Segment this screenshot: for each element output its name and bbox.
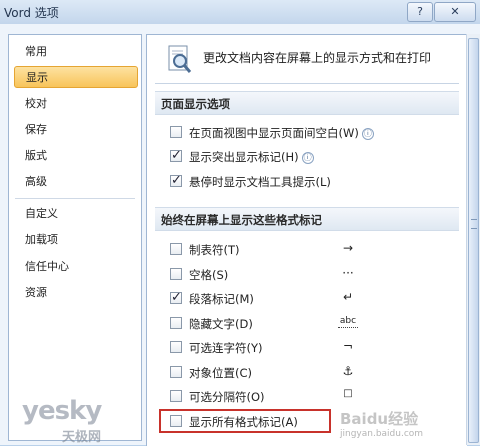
option-label: 可选分隔符(O) (189, 390, 265, 404)
check-icon: ✓ (171, 173, 182, 188)
magnifier-document-icon (168, 45, 192, 73)
header-divider (155, 83, 459, 84)
display-description: 更改文档内容在屏幕上的显示方式和在打印 (203, 51, 432, 65)
baidu-watermark: Baidu经验 (340, 410, 419, 428)
option-spaces[interactable]: 空格(S) ··· (170, 266, 456, 284)
checkbox-checked[interactable]: ✓ (170, 173, 182, 188)
option-tab-characters[interactable]: 制表符(T) → (170, 241, 456, 259)
close-button[interactable]: ✕ (434, 2, 476, 22)
check-icon: ✓ (171, 290, 182, 305)
section-formatting-marks: 始终在屏幕上显示这些格式标记 (155, 207, 459, 231)
hyphen-mark-icon: ¬ (342, 339, 354, 353)
sidebar-item-common[interactable]: 常用 (10, 41, 140, 63)
option-label: 悬停时显示文档工具提示(L) (189, 175, 331, 189)
checkbox-checked[interactable]: ✓ (170, 148, 182, 163)
title-bar: Vord 选项 ? ✕ (0, 0, 480, 25)
help-button[interactable]: ? (407, 2, 433, 22)
option-label: 隐藏文字(D) (189, 317, 253, 331)
option-label: 可选连字符(Y) (189, 341, 263, 355)
info-icon[interactable]: ⓘ (361, 128, 374, 140)
checkbox[interactable] (170, 366, 182, 378)
sidebar-item-resources[interactable]: 资源 (10, 282, 140, 304)
main-panel: 更改文档内容在屏幕上的显示方式和在打印 页面显示选项 在页面视图中显示页面间空白… (146, 34, 467, 446)
highlight-annotation-box (159, 409, 331, 433)
optional-break-icon: □ (343, 388, 353, 399)
checkbox[interactable] (170, 341, 182, 353)
option-label: 在页面视图中显示页面间空白(W) (189, 126, 359, 140)
option-object-anchors[interactable]: 对象位置(C) ⚓ (170, 364, 456, 382)
section-page-display: 页面显示选项 (155, 91, 459, 115)
option-optional-breaks[interactable]: 可选分隔符(O) □ (170, 388, 456, 406)
sidebar-item-customize[interactable]: 自定义 (10, 203, 140, 225)
option-paragraph-marks[interactable]: ✓ 段落标记(M) ↵ (170, 290, 456, 308)
option-label: 对象位置(C) (189, 366, 253, 380)
option-document-tooltips[interactable]: ✓ 悬停时显示文档工具提示(L) (170, 173, 456, 191)
scroll-grip-icon (471, 219, 477, 229)
option-hidden-text[interactable]: 隐藏文字(D) abc (170, 315, 456, 333)
space-mark-icon: ··· (342, 266, 354, 280)
baidu-watermark-url: jingyan.baidu.com (340, 429, 424, 439)
checkbox[interactable] (170, 126, 182, 138)
paragraph-mark-icon: ↵ (342, 290, 354, 304)
check-icon: ✓ (171, 148, 182, 163)
vertical-scrollbar[interactable] (466, 34, 480, 445)
info-icon[interactable]: ⓘ (301, 152, 314, 164)
yesky-watermark-subtitle: 天极网 (62, 430, 102, 445)
option-label: 段落标记(M) (189, 292, 254, 306)
option-label: 空格(S) (189, 268, 229, 282)
checkbox[interactable] (170, 268, 182, 280)
options-dialog: 常用 显示 校对 保存 版式 高级 自定义 加载项 信任中心 资源 更改文档内容… (0, 24, 480, 446)
sidebar-item-advanced[interactable]: 高级 (10, 171, 140, 193)
sidebar-divider (15, 198, 135, 199)
sidebar: 常用 显示 校对 保存 版式 高级 自定义 加载项 信任中心 资源 (8, 34, 142, 441)
option-optional-hyphens[interactable]: 可选连字符(Y) ¬ (170, 339, 456, 357)
sidebar-item-trust-center[interactable]: 信任中心 (10, 256, 140, 278)
scrollbar-thumb[interactable] (468, 38, 479, 443)
sidebar-item-addins[interactable]: 加载项 (10, 229, 140, 251)
tab-mark-icon: → (342, 241, 354, 255)
sidebar-item-layout[interactable]: 版式 (10, 145, 140, 167)
option-label: 制表符(T) (189, 243, 240, 257)
option-label: 显示突出显示标记(H) (189, 150, 299, 164)
sidebar-item-display[interactable]: 显示 (14, 66, 138, 88)
checkbox-checked[interactable]: ✓ (170, 290, 182, 305)
option-page-whitespace[interactable]: 在页面视图中显示页面间空白(W) ⓘ (170, 124, 456, 142)
hidden-text-mark-icon: abc (338, 316, 358, 328)
yesky-watermark: yesky (22, 396, 102, 426)
window-title: Vord 选项 (4, 6, 59, 20)
sidebar-item-proofing[interactable]: 校对 (10, 93, 140, 115)
checkbox[interactable] (170, 390, 182, 402)
checkbox[interactable] (170, 243, 182, 255)
option-highlight-marks[interactable]: ✓ 显示突出显示标记(H) ⓘ (170, 148, 456, 166)
checkbox[interactable] (170, 317, 182, 329)
anchor-icon: ⚓ (342, 364, 354, 378)
sidebar-item-save[interactable]: 保存 (10, 119, 140, 141)
